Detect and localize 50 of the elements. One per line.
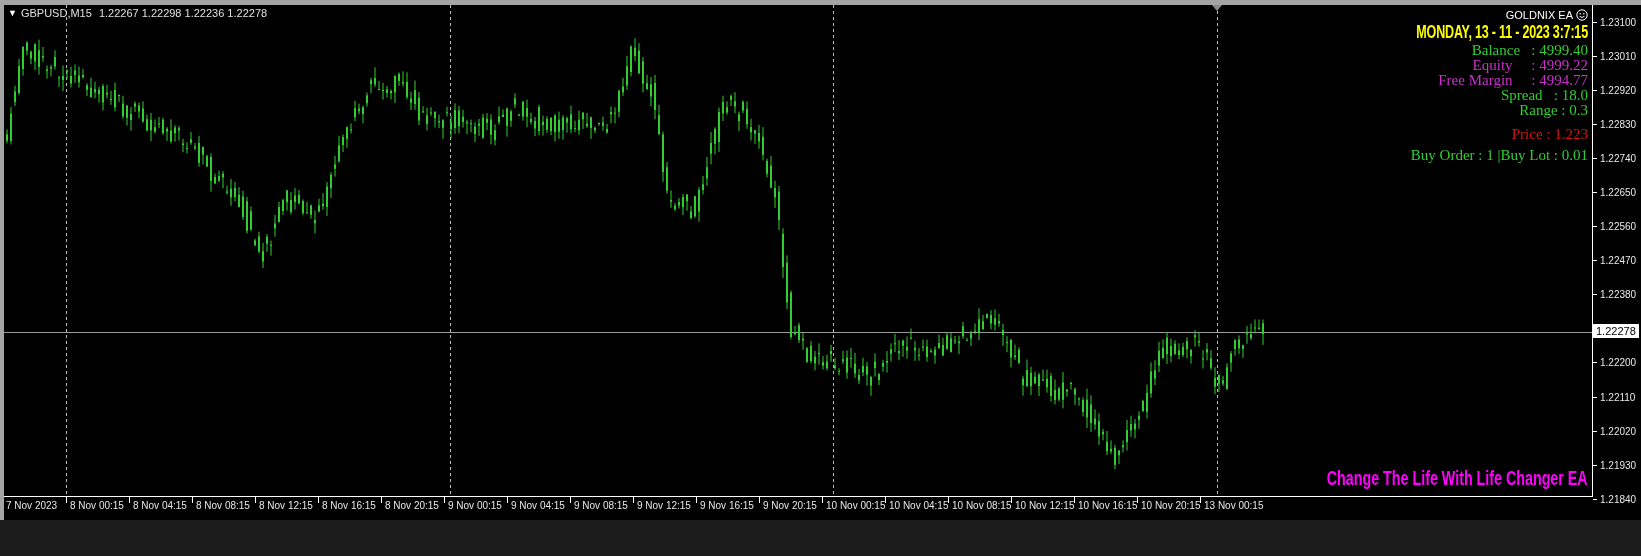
price-label: 1.22740 [1600,152,1637,164]
time-label: 10 Nov 00:15 [826,500,886,511]
time-label: 9 Nov 00:15 [448,500,502,511]
price-label: 1.22920 [1600,84,1637,96]
price-label: 1.22020 [1600,425,1637,437]
time-label: 8 Nov 16:15 [322,500,376,511]
price-label: 1.22470 [1600,255,1637,267]
price-label: 1.22380 [1600,289,1637,301]
price-label: 1.22650 [1600,187,1637,198]
dropdown-arrow[interactable]: ▼ [8,8,17,18]
time-label: 9 Nov 20:15 [763,500,817,511]
account-info: Free Margin : 4994.77 [1438,73,1588,88]
price-label: 1.22830 [1600,118,1637,130]
time-label: 8 Nov 00:15 [70,500,124,511]
price-label: 1.22200 [1600,357,1637,369]
banner-text: Change The Life With Life Changer EA [1327,466,1588,490]
account-info: Price : 1.223 [1511,127,1588,142]
time-label: 10 Nov 16:15 [1078,500,1138,511]
smiley-icon [1576,9,1588,21]
time-label: 8 Nov 20:15 [385,500,439,511]
chart-symbol: GBPUSD,M15 [20,7,92,19]
ea-name: GOLDNIX EA [1505,9,1573,21]
account-info: Range : 0.3 [1519,103,1588,118]
chart-shift-marker-icon[interactable] [1212,5,1222,11]
price-label: 1.21930 [1600,459,1637,471]
time-label: 9 Nov 12:15 [637,500,691,511]
time-label: 10 Nov 20:15 [1141,500,1201,511]
date-time: MONDAY, 13 - 11 - 2023 3:7:15 [1416,21,1588,43]
account-info: Buy Order : 1 |Buy Lot : 0.01 [1410,148,1588,163]
time-label: 8 Nov 08:15 [196,500,250,511]
account-info: Spread : 18.0 [1500,88,1588,103]
ohlc-values: 1.22267 1.22298 1.22236 1.22278 [97,7,268,19]
account-info: Equity : 4999.22 [1472,58,1588,73]
time-label: 13 Nov 00:15 [1204,500,1264,511]
time-label: 8 Nov 12:15 [259,500,313,511]
price-label: 1.21840 [1600,493,1637,505]
time-label: 10 Nov 04:15 [889,500,949,511]
time-label: 10 Nov 08:15 [952,500,1012,511]
price-label: 1.23100 [1600,16,1637,28]
time-label: 7 Nov 2023 [6,500,58,511]
time-label: 9 Nov 08:15 [574,500,628,511]
time-label: 10 Nov 12:15 [1015,500,1075,511]
account-info: Balance : 4999.40 [1471,43,1588,58]
price-label: 1.22560 [1600,221,1637,233]
time-label: 9 Nov 16:15 [700,500,754,511]
price-label: 1.22110 [1600,391,1636,403]
time-label: 8 Nov 04:15 [133,500,187,511]
current-price-tag: 1.22278 [1593,324,1639,338]
price-label: 1.23010 [1600,50,1637,62]
time-label: 9 Nov 04:15 [511,500,565,511]
